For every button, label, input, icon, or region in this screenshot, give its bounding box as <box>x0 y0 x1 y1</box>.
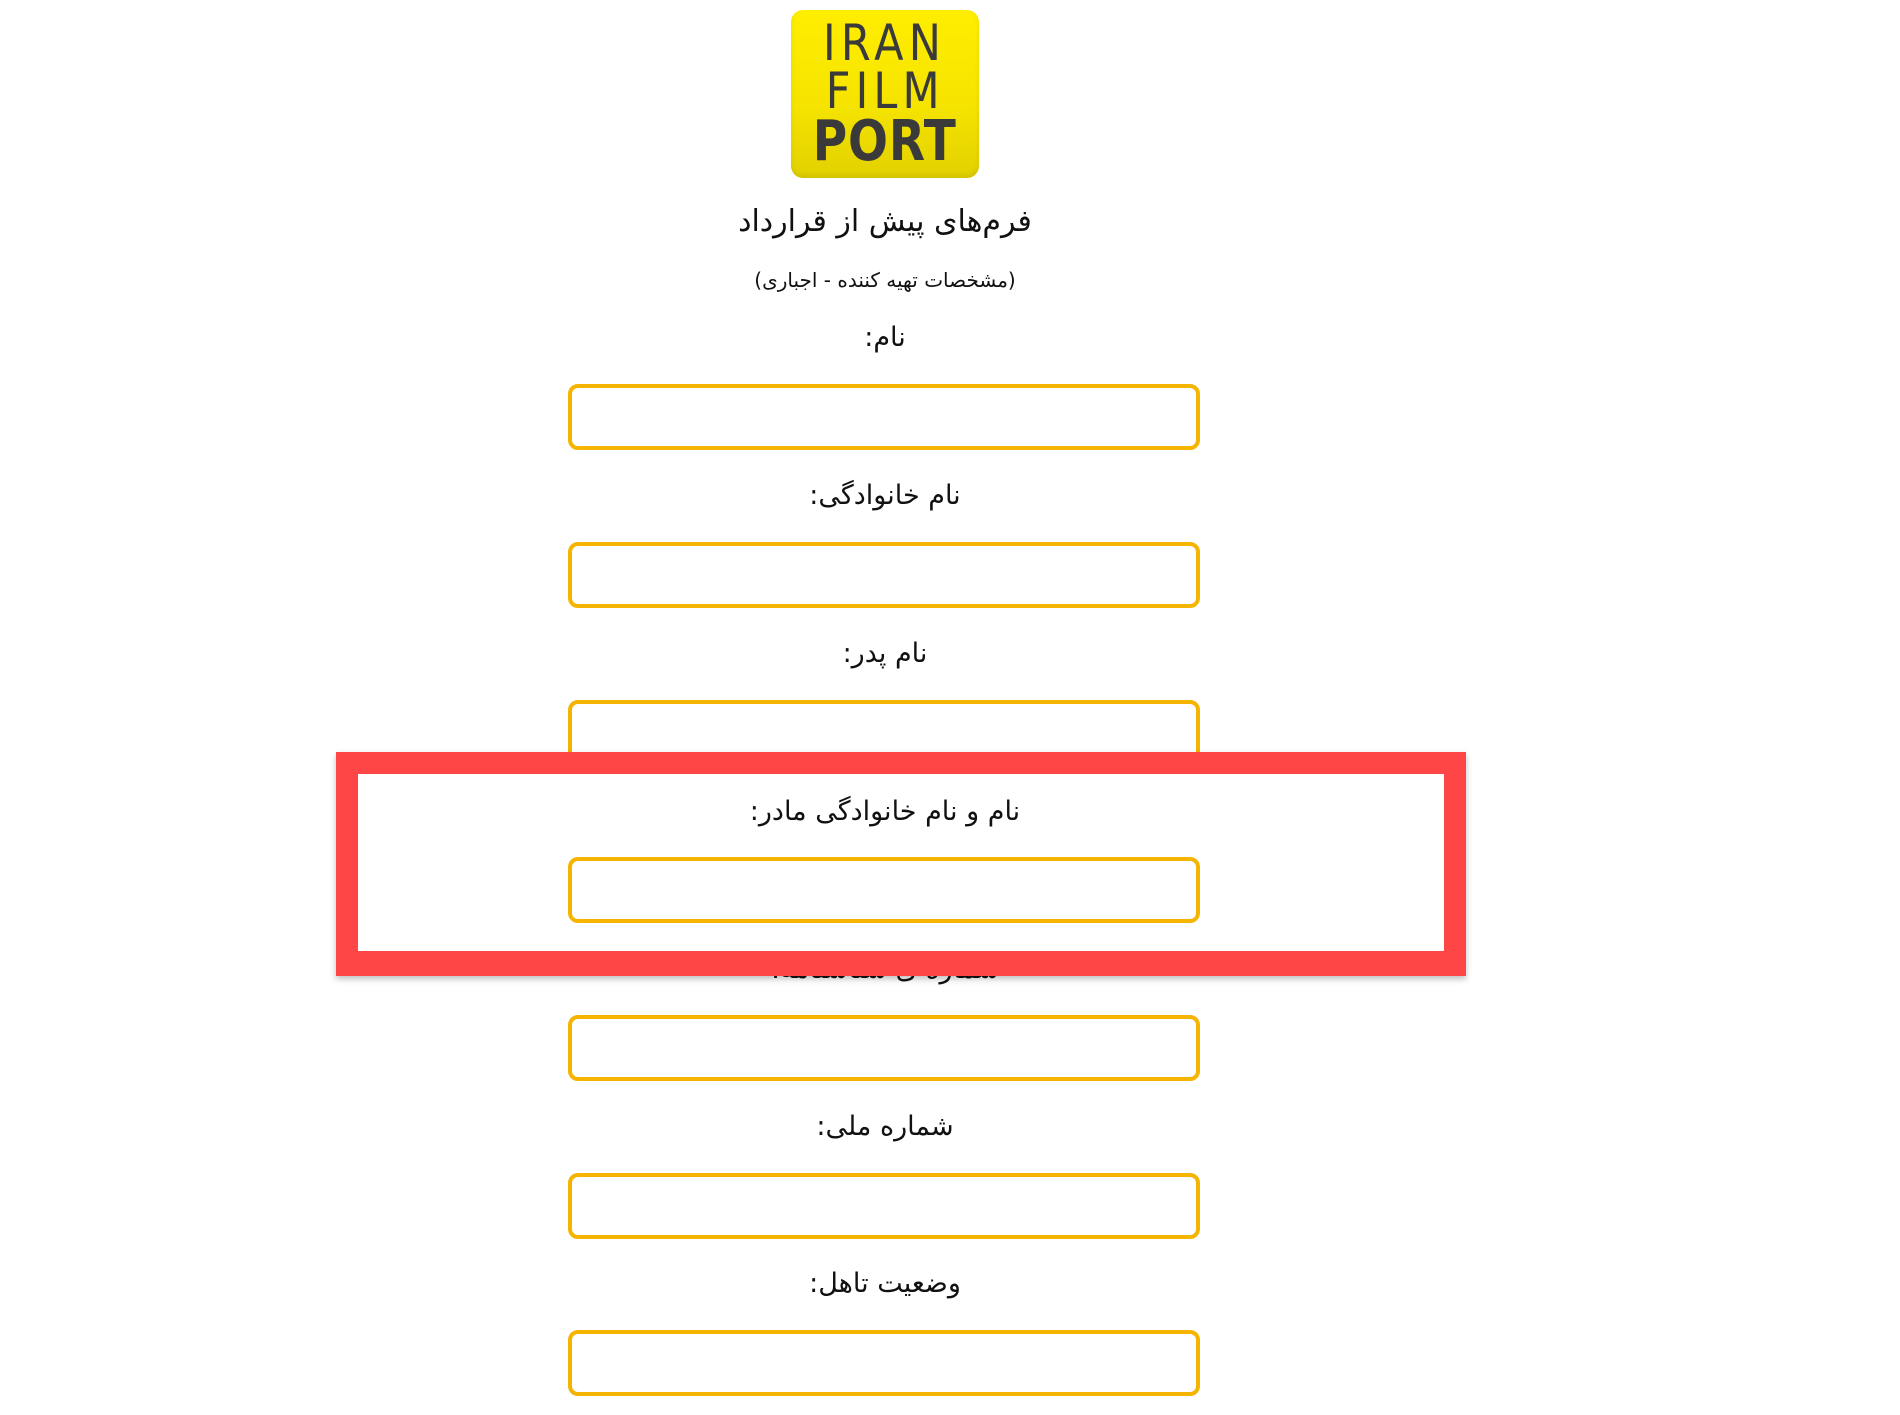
birth-certificate-number-label: شماره ی شناسنامه: <box>771 954 999 985</box>
mother-full-name-label: نام و نام خانوادگی مادر: <box>749 796 1021 827</box>
page-subtitle: (مشخصات تهیه کننده - اجباری) <box>754 268 1016 292</box>
last-name-input[interactable] <box>568 542 1200 608</box>
logo-line-1: IRAN <box>823 14 947 72</box>
first-name-label: نام: <box>864 322 906 353</box>
logo-line-3: PORT <box>812 109 958 174</box>
father-name-input[interactable] <box>568 700 1200 766</box>
father-name-label: نام پدر: <box>842 638 928 669</box>
mother-full-name-input[interactable] <box>568 857 1200 923</box>
page: IRAN FILM PORT فرم‌های پیش از قرارداد (م… <box>0 0 1900 1415</box>
page-title: فرم‌های پیش از قرارداد <box>738 204 1032 239</box>
birth-certificate-number-input[interactable] <box>568 1015 1200 1081</box>
first-name-input[interactable] <box>568 384 1200 450</box>
last-name-label: نام خانوادگی: <box>809 480 961 511</box>
iran-film-port-logo: IRAN FILM PORT <box>791 10 979 178</box>
national-id-label: شماره ملی: <box>816 1111 954 1142</box>
national-id-input[interactable] <box>568 1173 1200 1239</box>
marital-status-label: وضعیت تاهل: <box>809 1268 961 1299</box>
marital-status-input[interactable] <box>568 1330 1200 1396</box>
